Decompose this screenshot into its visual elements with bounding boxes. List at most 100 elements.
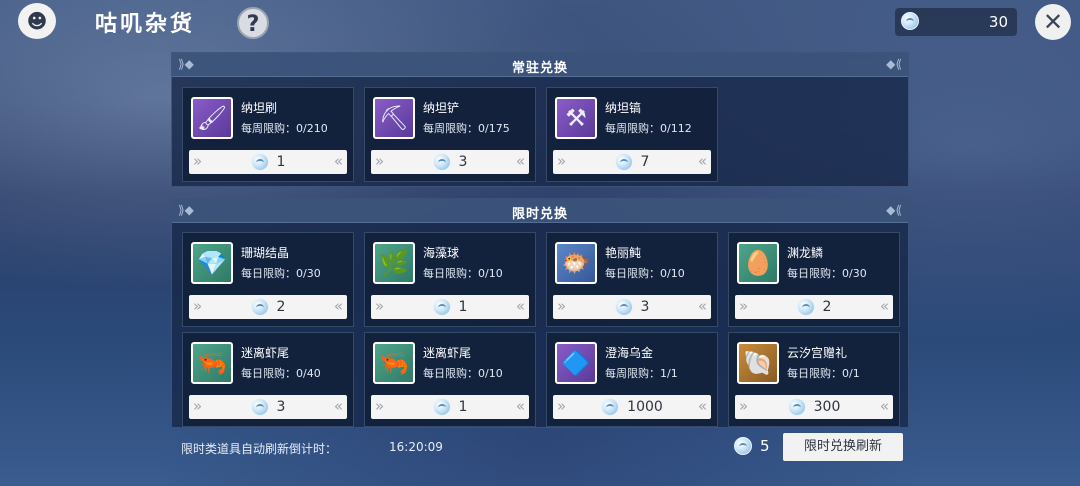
section-title: 限时兑换 xyxy=(511,207,568,222)
item-price: 2 xyxy=(822,299,832,315)
shop-item-card[interactable]: 🦐 迷离虾尾 每日限购：0/10 » 1 « xyxy=(364,332,536,427)
close-button[interactable]: ✕ xyxy=(1035,4,1071,40)
limited-exchange-panel: ⟫◆ 限时兑换 ◆⟪ 💎 珊瑚结晶 每日限购：0/30 » 2 « 🌿 海藻球 每日限购：0/1… xyxy=(171,198,909,428)
purchase-limit: 每周限购：0/210 xyxy=(241,122,328,135)
buy-button[interactable]: » 3 « xyxy=(371,150,529,174)
shop-item-card[interactable]: 🐡 艳丽鲀每日限购：0/10 » 3 « xyxy=(546,232,718,327)
shell-coin-icon xyxy=(432,298,451,316)
permanent-exchange-panel: ⟫◆ 常驻兑换 ◆⟪ 🖌 纳坦刷 每周限购：0/210 » 1 « ⛏ 纳坦铲 每周限购：0/1… xyxy=(171,52,909,187)
chevron-right-icon: » xyxy=(557,152,567,170)
purchase-limit: 每日限购：0/10 xyxy=(423,367,503,380)
purchase-limit: 每日限购：0/30 xyxy=(787,267,867,280)
refresh-cost: 5 xyxy=(734,437,770,455)
item-name: 迷离虾尾 xyxy=(241,346,290,360)
chevron-left-icon: « xyxy=(515,397,525,415)
item-name: 珊瑚结晶 xyxy=(241,246,290,260)
purchase-limit: 每周限购：1/1 xyxy=(605,367,678,380)
shop-item-card[interactable]: 🦐 迷离虾尾每日限购：0/40 » 3 « xyxy=(182,332,354,427)
panel-header: ⟫◆ 限时兑换 ◆⟪ xyxy=(172,199,908,223)
shell-coin-icon xyxy=(250,153,269,171)
shrimp-tail-icon: 🦐 xyxy=(373,342,415,384)
chevron-right-icon: » xyxy=(193,152,203,170)
chevron-left-icon: « xyxy=(515,152,525,170)
shop-item-card[interactable]: 🔷 澄海乌金 每周限购：1/1 » 1000 « xyxy=(546,332,718,427)
buy-button[interactable]: » 3 « xyxy=(553,295,711,319)
purchase-limit: 每日限购：0/10 xyxy=(423,267,503,280)
refresh-limited-button[interactable]: 限时兑换刷新 xyxy=(783,433,903,461)
chevron-right-icon: » xyxy=(557,397,567,415)
shell-coin-icon xyxy=(250,398,269,416)
shell-coin-icon xyxy=(432,398,451,416)
item-price: 1 xyxy=(276,154,286,170)
shell-coin-icon xyxy=(901,12,919,30)
buy-button[interactable]: » 7 « xyxy=(553,150,711,174)
chevron-right-icon: » xyxy=(557,297,567,315)
shop-item-card[interactable]: 🐚 云汐宫赠礼 每日限购：0/1 » 300 « xyxy=(728,332,900,427)
item-name: 云汐宫赠礼 xyxy=(787,346,848,360)
shell-coin-icon xyxy=(734,437,752,455)
shop-item-card[interactable]: 🥚 渊龙鳞 每日限购：0/30 » 2 « xyxy=(728,232,900,327)
chevron-left-icon: « xyxy=(333,397,343,415)
item-name: 纳坦刷 xyxy=(241,101,278,115)
chevron-left-icon: « xyxy=(515,297,525,315)
dragon-scale-icon: 🥚 xyxy=(737,242,779,284)
chevron-right-icon: » xyxy=(739,397,749,415)
buy-button[interactable]: » 2 « xyxy=(735,295,893,319)
buy-button[interactable]: » 3 « xyxy=(189,395,347,419)
buy-button[interactable]: » 300 « xyxy=(735,395,893,419)
item-price: 1 xyxy=(458,299,468,315)
shell-coin-icon xyxy=(796,298,815,316)
item-name: 艳丽鲀 xyxy=(605,246,642,260)
refresh-cost-amount: 5 xyxy=(760,437,770,455)
buy-button[interactable]: » 2 « xyxy=(189,295,347,319)
buy-button[interactable]: » 1 « xyxy=(371,395,529,419)
dark-crystal-icon: 🔷 xyxy=(555,342,597,384)
item-name: 纳坦镐 xyxy=(605,101,642,115)
help-button[interactable]: ? xyxy=(237,7,269,39)
purchase-limit: 每日限购：0/40 xyxy=(241,367,321,380)
shop-title: 咕叽杂货 xyxy=(95,12,196,37)
chevron-right-icon: » xyxy=(739,297,749,315)
chevron-left-icon: « xyxy=(697,152,707,170)
purchase-limit: 每日限购：0/10 xyxy=(605,267,685,280)
chevron-right-icon: » xyxy=(193,397,203,415)
item-price: 7 xyxy=(640,154,650,170)
pufferfish-icon: 🐡 xyxy=(555,242,597,284)
shop-item-card[interactable]: ⚒ 纳坦镐 每周限购：0/112 » 7 « xyxy=(546,87,718,182)
shell-coin-icon xyxy=(614,153,633,171)
buy-button[interactable]: » 1 « xyxy=(371,295,529,319)
chevron-right-icon: » xyxy=(375,297,385,315)
chevron-right-icon: » xyxy=(193,297,203,315)
item-price: 1000 xyxy=(627,399,663,415)
refresh-countdown-label: 限时类道具自动刷新倒计时： xyxy=(181,442,338,456)
item-price: 3 xyxy=(276,399,286,415)
shop-item-card[interactable]: 🌿 海藻球 每日限购：0/10 » 1 « xyxy=(364,232,536,327)
item-price: 300 xyxy=(813,399,841,415)
shop-item-card[interactable]: 🖌 纳坦刷 每周限购：0/210 » 1 « xyxy=(182,87,354,182)
item-name: 海藻球 xyxy=(423,246,460,260)
section-title: 常驻兑换 xyxy=(511,61,568,76)
shop-item-card[interactable]: ⛏ 纳坦铲 每周限购：0/175 » 3 « xyxy=(364,87,536,182)
ornament-right-icon: ◆⟪ xyxy=(886,57,902,71)
pickaxe-icon: ⚒ xyxy=(555,97,597,139)
item-name: 纳坦铲 xyxy=(423,101,460,115)
item-name: 迷离虾尾 xyxy=(423,346,472,360)
shop-item-card[interactable]: 💎 珊瑚结晶每日限购：0/30 » 2 « xyxy=(182,232,354,327)
purchase-limit: 每日限购：0/1 xyxy=(787,367,860,380)
buy-button[interactable]: » 1000 « xyxy=(553,395,711,419)
item-name: 澄海乌金 xyxy=(605,346,654,360)
chevron-left-icon: « xyxy=(333,297,343,315)
shovel-icon: ⛏ xyxy=(373,97,415,139)
buy-button[interactable]: » 1 « xyxy=(189,150,347,174)
purchase-limit: 每日限购：0/30 xyxy=(241,267,321,280)
coral-crystal-icon: 💎 xyxy=(191,242,233,284)
shell-coin-icon xyxy=(250,298,269,316)
shell-coin-icon xyxy=(787,398,806,416)
item-price: 1 xyxy=(458,399,468,415)
item-price: 3 xyxy=(458,154,468,170)
shrimp-tail-icon: 🦐 xyxy=(191,342,233,384)
shell-coin-icon xyxy=(432,153,451,171)
shell-coin-icon xyxy=(601,398,620,416)
chevron-left-icon: « xyxy=(879,297,889,315)
ornament-right-icon: ◆⟪ xyxy=(886,203,902,217)
